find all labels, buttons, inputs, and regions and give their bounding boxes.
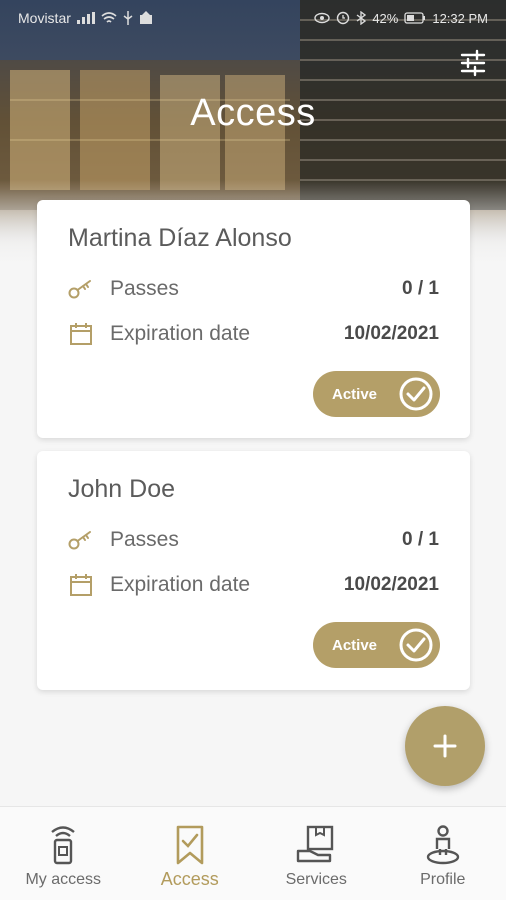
access-card[interactable]: Martina Díaz Alonso Passes 0 / 1 Expirat… [37,200,470,438]
add-access-button[interactable] [405,706,485,786]
clock: 12:32 PM [432,10,488,26]
services-box-icon [294,823,338,867]
check-circle-icon [399,628,433,662]
expiration-label: Expiration date [110,322,251,345]
passes-row: Passes 0 / 1 [68,274,439,304]
filter-button[interactable] [458,48,488,78]
active-toggle[interactable]: Active [313,622,440,668]
status-bar: Movistar 42% 12:32 PM [0,0,506,36]
bottom-navigation: My access Access Services Profile [0,806,506,900]
nav-label: Access [160,869,219,889]
bookmark-check-icon [168,823,212,867]
battery-icon [404,12,426,24]
nav-label: My access [25,871,102,888]
usb-icon [123,11,133,25]
active-toggle[interactable]: Active [313,371,440,417]
eye-icon [314,12,331,24]
nav-item-services[interactable]: Services [253,807,380,900]
nav-item-access[interactable]: Access [127,807,254,900]
passes-row: Passes 0 / 1 [68,525,439,555]
calendar-icon [68,572,94,598]
card-person-name: John Doe [68,475,176,503]
wifi-icon [101,12,117,23]
plus-icon [433,734,457,758]
notification-icon [139,11,152,24]
card-person-name: Martina Díaz Alonso [68,224,292,252]
expiration-row: Expiration date 10/02/2021 [68,319,439,349]
passes-value: 0 / 1 [402,529,439,550]
expiration-value: 10/02/2021 [343,574,439,595]
nav-item-my-access[interactable]: My access [0,807,127,900]
nav-label: Profile [420,871,466,888]
nav-label: Services [285,871,347,888]
key-icon [68,276,94,302]
battery-percent: 42% [372,10,399,26]
access-card-icon [41,823,85,867]
passes-value: 0 / 1 [402,278,439,299]
status-label: Active [332,385,378,403]
expiration-value: 10/02/2021 [343,323,439,344]
passes-label: Passes [110,277,179,300]
expiration-label: Expiration date [110,573,251,596]
expiration-row: Expiration date 10/02/2021 [68,570,439,600]
key-icon [68,527,94,553]
nav-item-profile[interactable]: Profile [380,807,506,900]
sliders-icon [460,49,486,77]
status-label: Active [332,636,378,654]
calendar-icon [68,321,94,347]
bluetooth-icon [356,11,367,25]
signal-icon [76,12,95,24]
person-pin-icon [421,823,465,867]
page-title: Access [190,92,316,134]
check-circle-icon [399,377,433,411]
carrier-label: Movistar [18,10,71,26]
alarm-icon [337,11,350,25]
access-card[interactable]: John Doe Passes 0 / 1 Expiration date 10… [37,451,470,690]
passes-label: Passes [110,528,179,551]
